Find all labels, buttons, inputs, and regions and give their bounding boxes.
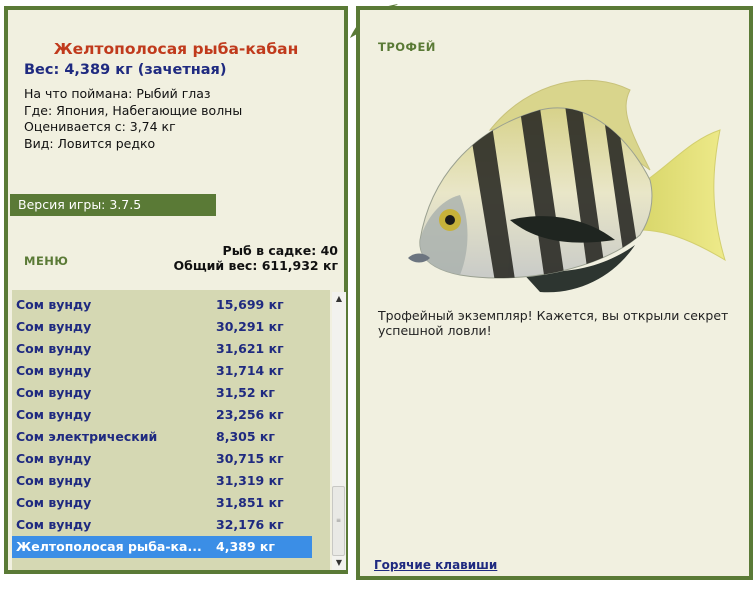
list-item-weight: 31,319 кг — [216, 473, 284, 488]
fish-title: Желтополосая рыба-кабан — [53, 40, 299, 58]
species-info: Вид: Ловится редко — [24, 135, 156, 151]
trophy-panel-inner: ТРОФЕЙ Трофейный экземпляр! Кажется, вы … — [360, 10, 749, 576]
list-item-name: Сом вунду — [16, 363, 92, 378]
list-item-weight: 31,714 кг — [216, 363, 284, 378]
list-item[interactable]: Сом вунду 32,176 кг — [12, 514, 312, 536]
menu-button[interactable]: МЕНЮ — [24, 254, 68, 268]
list-item-selected[interactable]: Желтополосая рыба-ка... 4,389 кг — [12, 536, 312, 558]
fish-count: Рыб в садке: 40 — [222, 243, 338, 258]
list-item-weight: 31,621 кг — [216, 341, 284, 356]
cage-stats: Рыб в садке: 40 Общий вес: 611,932 кг — [173, 243, 339, 273]
fish-image — [408, 79, 726, 293]
list-item-name: Сом вунду — [16, 451, 92, 466]
list-item[interactable]: Сом вунду 30,715 кг — [12, 448, 312, 470]
list-item[interactable]: Сом вунду 31,52 кг — [12, 382, 312, 404]
list-item-weight: 30,291 кг — [216, 319, 284, 334]
list-item-weight: 8,305 кг — [216, 429, 275, 444]
list-item-weight: 15,699 кг — [216, 297, 284, 312]
list-scrollbar[interactable]: ▲ ≡ ▼ — [332, 292, 346, 570]
list-item-weight: 30,715 кг — [216, 451, 284, 466]
list-item[interactable]: Сом вунду 31,621 кг — [12, 338, 312, 360]
fish-info-panel: Желтополосая рыба-кабан Вес: 4,389 кг (з… — [4, 6, 348, 574]
rating-info: Оценивается с: 3,74 кг — [24, 119, 176, 134]
bait-info: На что поймана: Рыбий глаз — [24, 86, 211, 101]
list-item-weight: 31,851 кг — [216, 495, 284, 510]
list-item-name: Сом электрический — [16, 429, 158, 444]
list-item-name: Сом вунду — [16, 473, 92, 488]
total-weight: Общий вес: 611,932 кг — [173, 257, 339, 273]
scrollbar-thumb[interactable]: ≡ — [332, 486, 345, 556]
list-item-weight: 23,256 кг — [216, 407, 284, 422]
list-item-weight: 32,176 кг — [216, 517, 284, 532]
list-item-name: Сом вунду — [16, 319, 92, 334]
list-item-name: Сом вунду — [16, 495, 92, 510]
grip-icon: ≡ — [336, 517, 342, 524]
list-item-weight: 4,389 кг — [216, 539, 275, 554]
list-item[interactable]: Сом вунду 31,714 кг — [12, 360, 312, 382]
list-item[interactable]: Сом электрический 8,305 кг — [12, 426, 312, 448]
game-version: Версия игры: 3.7.5 — [10, 194, 216, 216]
trophy-description: Трофейный экземпляр! Кажется, вы открыли… — [378, 308, 729, 338]
list-item-name: Сом вунду — [16, 517, 92, 532]
catch-list[interactable]: Сом вунду 15,699 кг Сом вунду 30,291 кг … — [12, 290, 330, 570]
fish-details: На что поймана: Рыбий глаз Где: Япония, … — [24, 86, 242, 152]
list-item-name: Сом вунду — [16, 407, 92, 422]
scroll-up-arrow-icon[interactable]: ▲ — [332, 292, 346, 306]
trophy-label: ТРОФЕЙ — [378, 40, 436, 54]
list-item-weight: 31,52 кг — [216, 385, 275, 400]
list-item[interactable]: Сом вунду 31,319 кг — [12, 470, 312, 492]
fish-info-panel-inner: Желтополосая рыба-кабан Вес: 4,389 кг (з… — [8, 10, 346, 570]
list-item[interactable]: Сом вунду 23,256 кг — [12, 404, 312, 426]
game-window: Желтополосая рыба-кабан Вес: 4,389 кг (з… — [0, 0, 755, 589]
trophy-panel: ТРОФЕЙ Трофейный экземпляр! Кажется, вы … — [356, 6, 753, 580]
location-info: Где: Япония, Набегающие волны — [24, 102, 243, 118]
scroll-down-arrow-icon[interactable]: ▼ — [332, 556, 346, 570]
fish-weight: Вес: 4,389 кг (зачетная) — [24, 62, 227, 78]
list-item[interactable]: Сом вунду 15,699 кг — [12, 294, 312, 316]
hotkeys-link[interactable]: Горячие клавиши — [374, 558, 497, 572]
list-item-name: Сом вунду — [16, 297, 92, 312]
list-item-name: Сом вунду — [16, 341, 92, 356]
list-item[interactable]: Сом вунду 31,851 кг — [12, 492, 312, 514]
list-item-name: Сом вунду — [16, 385, 92, 400]
list-item-name: Желтополосая рыба-ка... — [16, 539, 202, 554]
list-item[interactable]: Сом вунду 30,291 кг — [12, 316, 312, 338]
